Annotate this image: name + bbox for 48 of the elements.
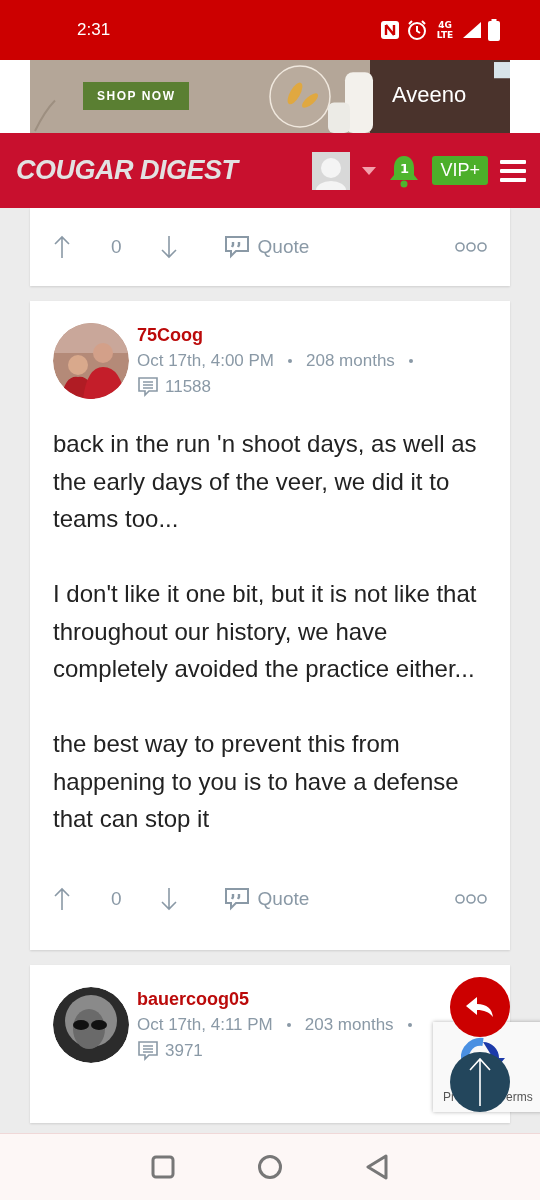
more-options-icon[interactable]: [455, 893, 487, 904]
menu-icon[interactable]: [500, 159, 526, 182]
comment-icon: [137, 376, 159, 398]
quote-button[interactable]: Quote: [223, 235, 310, 259]
upvote-arrow-icon[interactable]: [53, 235, 71, 259]
post-paragraph: the best way to prevent this from happening to you is to have a defense that can stop it: [53, 729, 460, 834]
post-paragraph: back in the run 'n shoot days, as well as the early days of the veer, we did it to teams too...: [53, 429, 478, 534]
clock-time: 2:31: [77, 20, 111, 40]
upvote-arrow-icon[interactable]: [53, 886, 71, 911]
post-date: Oct 17th, 4:00 PM: [137, 351, 274, 371]
quote-button[interactable]: Quote: [223, 886, 310, 911]
home-icon[interactable]: [257, 1154, 283, 1180]
separator-dot: [408, 359, 413, 363]
site-logo[interactable]: COUGAR DIGEST: [16, 155, 238, 186]
member-tenure: 208 months: [306, 351, 395, 371]
alarm-icon: [406, 19, 428, 41]
separator-dot: [286, 1022, 291, 1027]
comment-icon: [137, 1039, 159, 1062]
nfc-icon: [380, 20, 400, 40]
vote-count: 0: [111, 887, 122, 910]
network-label: 4G LTE: [435, 20, 455, 40]
back-icon[interactable]: [365, 1154, 389, 1180]
battery-icon: [488, 19, 500, 41]
downvote-arrow-icon[interactable]: [159, 235, 178, 259]
downvote-arrow-icon[interactable]: [159, 886, 178, 911]
member-tenure: 203 months: [304, 1014, 394, 1035]
post-date: Oct 17th, 4:11 PM: [137, 1014, 273, 1035]
shop-now-button[interactable]: SHOP NOW: [83, 82, 190, 110]
avatar-icon[interactable]: [312, 151, 351, 190]
author-name[interactable]: 75Coog: [137, 325, 413, 346]
vip-button[interactable]: VIP+: [432, 156, 488, 185]
quote-icon: [223, 235, 250, 259]
quote-icon: [223, 886, 250, 911]
separator-dot: [407, 1022, 412, 1027]
post-count: 11588: [165, 377, 211, 397]
more-options-icon[interactable]: [455, 242, 487, 252]
vote-count: 0: [111, 236, 122, 258]
up-arrow-icon: [468, 1057, 492, 1107]
recent-apps-icon[interactable]: [151, 1155, 175, 1179]
caret-icon[interactable]: [362, 166, 377, 175]
brand-name: Aveeno: [392, 82, 467, 108]
reply-arrow-icon: [465, 996, 495, 1018]
post-paragraph: I don't like it one bit, but it is not like that throughout our history, we have completely avoided the practice either...: [53, 579, 478, 684]
author-name[interactable]: bauercoog05: [137, 988, 412, 1010]
terms-link[interactable]: erms: [506, 1090, 533, 1104]
separator-dot: [288, 359, 292, 363]
signal-icon: [462, 21, 482, 39]
post-count: 3971: [165, 1040, 203, 1061]
